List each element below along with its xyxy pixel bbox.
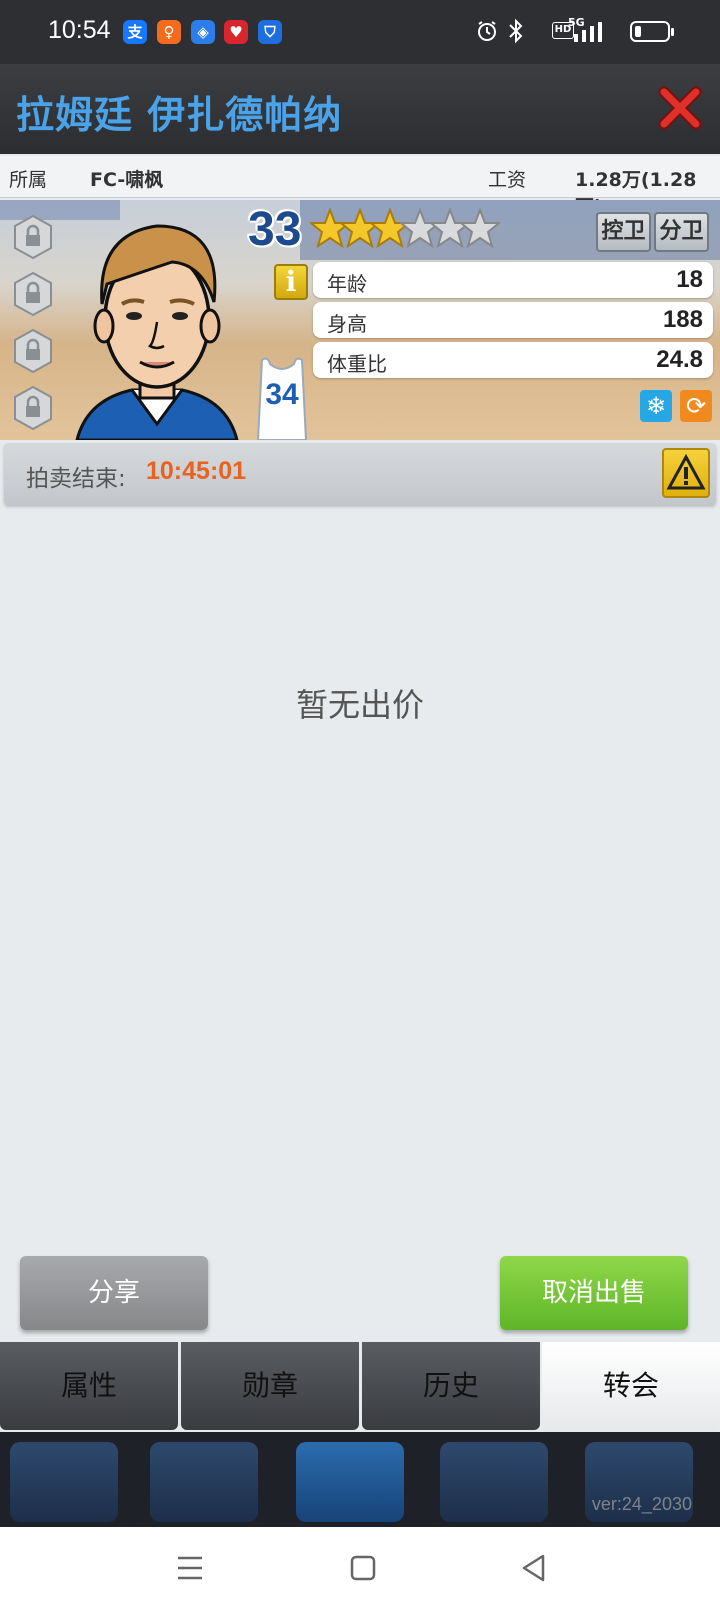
title-bar: 拉姆廷 伊扎德帕纳 — [0, 64, 720, 154]
player-info-row: 所属 FC-啸枫 工资 1.28万(1.28万) — [0, 156, 720, 218]
auction-end-label: 拍卖结束: — [26, 466, 126, 492]
skill-slot-lock-icon[interactable] — [13, 214, 53, 260]
alipay-icon: 支 — [123, 20, 147, 44]
team-value: FC-啸枫 — [90, 169, 164, 191]
skill-slot-lock-icon[interactable] — [13, 271, 53, 317]
freeze-icon[interactable]: ❄ — [640, 390, 672, 422]
app-heart-icon: ♥ — [224, 20, 248, 44]
nav-arena-icon[interactable] — [296, 1442, 404, 1522]
info-icon[interactable]: i — [274, 264, 308, 300]
stat-row-age: 年龄 18 — [313, 262, 713, 298]
empty-bids-message: 暂无出价 — [295, 686, 424, 724]
refresh-icon[interactable]: ⟳ — [680, 390, 712, 422]
nav-market-icon[interactable] — [150, 1442, 258, 1522]
auction-end-bar: 拍卖结束: 10:45:01 — [4, 443, 716, 505]
version-label: ver:24_2030 — [591, 1494, 692, 1514]
back-icon[interactable] — [520, 1553, 546, 1583]
skill-slot-lock-icon[interactable] — [13, 385, 53, 431]
nav-club-icon[interactable] — [440, 1442, 548, 1522]
player-avatar — [75, 224, 239, 440]
tab-medals[interactable]: 勋章 — [181, 1342, 359, 1430]
signal-icon — [574, 22, 602, 42]
stat-row-height: 身高 188 — [313, 302, 713, 338]
stat-value: 18 — [676, 266, 703, 293]
stat-row-weight-ratio: 体重比 24.8 — [313, 342, 713, 378]
warning-icon — [666, 453, 706, 490]
status-bar: 10:54 支 ♀ ◈ ♥ ⛉ HD 5G — [0, 0, 720, 64]
team-label: 所属 — [9, 169, 48, 191]
stat-label: 身高 — [327, 312, 367, 336]
clock: 10:54 — [48, 16, 111, 44]
stat-value: 24.8 — [656, 346, 703, 373]
stat-label: 体重比 — [327, 352, 387, 376]
stat-label: 年龄 — [327, 272, 367, 296]
jersey-number: 34 — [265, 378, 299, 411]
share-button[interactable]: 分享 — [20, 1256, 208, 1330]
tab-history[interactable]: 历史 — [362, 1342, 540, 1430]
bluetooth-icon — [509, 18, 523, 44]
player-name-title: 拉姆廷 伊扎德帕纳 — [16, 93, 343, 137]
cancel-sale-button[interactable]: 取消出售 — [500, 1256, 688, 1330]
alarm-icon — [478, 21, 496, 41]
salary-label: 工资 — [488, 169, 527, 191]
player-rating: 33 — [248, 203, 302, 256]
app-shield-icon: ⛉ — [258, 20, 282, 44]
app-box-icon: ◈ — [191, 20, 215, 44]
close-icon[interactable] — [656, 84, 704, 132]
auction-end-time: 10:45:01 — [146, 457, 247, 485]
skill-slot-lock-icon[interactable] — [13, 328, 53, 374]
nav-home-icon[interactable] — [10, 1442, 118, 1522]
position-tag-sg: 分卫 — [654, 212, 709, 252]
position-tag-pg: 控卫 — [596, 212, 651, 252]
info-icon-label: i — [285, 265, 297, 298]
tab-transfer[interactable]: 转会 — [542, 1342, 720, 1432]
game-bottom-nav: ver:24_2030 — [0, 1432, 720, 1527]
app-orange-icon: ♀ — [157, 20, 181, 44]
battery-icon — [630, 21, 674, 42]
player-card: 34 33 控卫 分卫 i 年龄 18 身高 188 体重比 24.8 ❄ ⟳ — [0, 200, 720, 440]
menu-icon[interactable] — [176, 1555, 204, 1581]
stat-value: 188 — [662, 306, 703, 333]
tab-bar: 属性 勋章 历史 转会 — [0, 1342, 720, 1432]
system-nav-bar — [0, 1527, 720, 1612]
report-warning-button[interactable] — [662, 448, 710, 498]
home-icon[interactable] — [350, 1555, 376, 1581]
tab-attributes[interactable]: 属性 — [0, 1342, 178, 1430]
star-empty-icon — [460, 208, 500, 248]
